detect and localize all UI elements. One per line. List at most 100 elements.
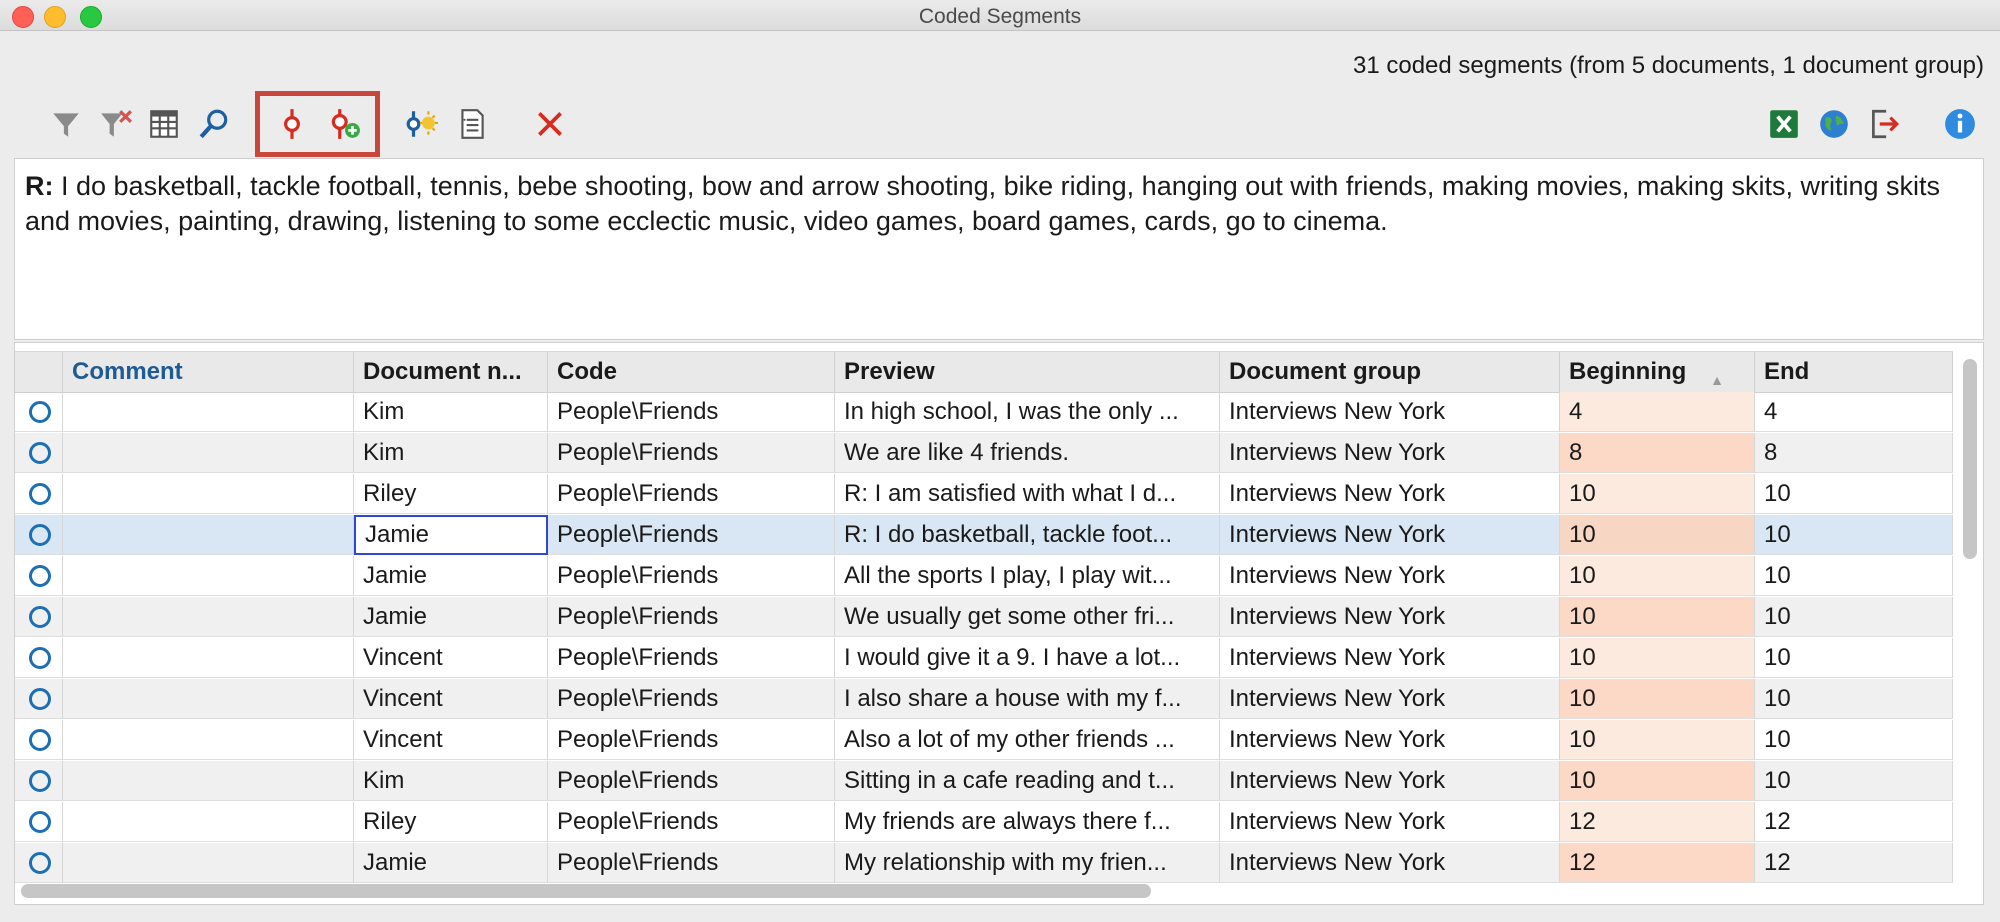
preview-cell[interactable]: R: I do basketball, tackle foot...: [835, 515, 1220, 555]
status[interactable]: [15, 433, 63, 473]
document-name-cell[interactable]: Jamie: [354, 556, 548, 596]
document-group-cell[interactable]: Interviews New York: [1220, 679, 1560, 719]
end-cell[interactable]: 4: [1755, 392, 1953, 432]
beginning-cell[interactable]: 12: [1560, 802, 1755, 842]
code-cell[interactable]: People\Friends: [548, 720, 835, 760]
segment-status-icon[interactable]: [29, 811, 51, 833]
end-cell[interactable]: 10: [1755, 515, 1953, 555]
code-cell[interactable]: People\Friends: [548, 556, 835, 596]
segment-status-icon[interactable]: [29, 729, 51, 751]
beginning-cell[interactable]: 10: [1560, 474, 1755, 514]
status[interactable]: [15, 679, 63, 719]
table-row[interactable]: Jamie People\Friends All the sports I play…: [15, 556, 1953, 596]
beginning-cell[interactable]: 10: [1560, 720, 1755, 760]
comment-cell[interactable]: [63, 597, 354, 637]
document-group-cell[interactable]: Interviews New York: [1220, 638, 1560, 678]
preview-cell[interactable]: My friends are always there f...: [835, 802, 1220, 842]
end-cell[interactable]: 10: [1755, 638, 1953, 678]
status[interactable]: [15, 597, 63, 637]
comment-cell[interactable]: [63, 515, 354, 555]
code-cell[interactable]: People\Friends: [548, 638, 835, 678]
comment-cell[interactable]: [63, 761, 354, 801]
segment-status-icon[interactable]: [29, 401, 51, 423]
table-row[interactable]: Kim People\Friends We are like 4 friends. I…: [15, 433, 1953, 473]
preview-cell[interactable]: In high school, I was the only ...: [835, 392, 1220, 432]
columns-icon[interactable]: [144, 104, 184, 144]
comment-cell[interactable]: [63, 392, 354, 432]
beginning-cell[interactable]: 10: [1560, 515, 1755, 555]
document-name-cell[interactable]: Riley: [354, 802, 548, 842]
end-cell[interactable]: 12: [1755, 802, 1953, 842]
comment-cell[interactable]: [63, 679, 354, 719]
segment-status-icon[interactable]: [29, 688, 51, 710]
segment-status-icon[interactable]: [29, 852, 51, 874]
document-name-cell[interactable]: Vincent: [354, 638, 548, 678]
document-name-cell[interactable]: Kim: [354, 433, 548, 473]
code-cell[interactable]: People\Friends: [548, 761, 835, 801]
add-segment-icon[interactable]: [324, 104, 364, 144]
excel-export-icon[interactable]: [1764, 104, 1804, 144]
table-row[interactable]: Jamie People\Friends R: I do basketball, t…: [15, 515, 1953, 555]
end-cell[interactable]: 10: [1755, 679, 1953, 719]
table-row[interactable]: Riley People\Friends My friends are always…: [15, 802, 1953, 842]
document-name-cell[interactable]: Vincent: [354, 679, 548, 719]
code-cell[interactable]: People\Friends: [548, 679, 835, 719]
header-document-name[interactable]: Document n...: [354, 352, 548, 392]
document-name-cell[interactable]: Kim: [354, 392, 548, 432]
document-group-cell[interactable]: Interviews New York: [1220, 720, 1560, 760]
search-icon[interactable]: [194, 104, 234, 144]
segment-status-icon[interactable]: [29, 647, 51, 669]
status[interactable]: [15, 843, 63, 883]
comment-cell[interactable]: [63, 638, 354, 678]
code-cell[interactable]: People\Friends: [548, 433, 835, 473]
beginning-cell[interactable]: 12: [1560, 843, 1755, 883]
beginning-cell[interactable]: 4: [1560, 392, 1755, 432]
code-cell[interactable]: People\Friends: [548, 515, 835, 555]
comment-cell[interactable]: [63, 556, 354, 596]
document-name-cell[interactable]: Vincent: [354, 720, 548, 760]
info-icon[interactable]: [1940, 104, 1980, 144]
end-cell[interactable]: 10: [1755, 474, 1953, 514]
table-row[interactable]: Vincent People\Friends I also share a hous…: [15, 679, 1953, 719]
preview-cell[interactable]: We usually get some other fri...: [835, 597, 1220, 637]
preview-cell[interactable]: Also a lot of my other friends ...: [835, 720, 1220, 760]
comment-cell[interactable]: [63, 720, 354, 760]
clear-filter-icon[interactable]: [96, 104, 136, 144]
header-document-group[interactable]: Document group: [1220, 352, 1560, 392]
table-row[interactable]: Jamie People\Friends We usually get some o…: [15, 597, 1953, 637]
table-row[interactable]: Vincent People\Friends Also a lot of my ot…: [15, 720, 1953, 760]
comment-cell[interactable]: [63, 802, 354, 842]
beginning-cell[interactable]: 10: [1560, 597, 1755, 637]
table-row[interactable]: Kim People\Friends Sitting in a cafe readi…: [15, 761, 1953, 801]
end-cell[interactable]: 10: [1755, 597, 1953, 637]
status[interactable]: [15, 392, 63, 432]
smart-coding-icon[interactable]: [402, 104, 442, 144]
horizontal-scrollbar[interactable]: [21, 884, 1151, 898]
document-group-cell[interactable]: Interviews New York: [1220, 802, 1560, 842]
export-icon[interactable]: [1864, 104, 1904, 144]
document-group-cell[interactable]: Interviews New York: [1220, 843, 1560, 883]
segment-status-icon[interactable]: [29, 565, 51, 587]
status[interactable]: [15, 638, 63, 678]
document-group-cell[interactable]: Interviews New York: [1220, 597, 1560, 637]
status[interactable]: [15, 802, 63, 842]
code-cell[interactable]: People\Friends: [548, 802, 835, 842]
preview-cell[interactable]: We are like 4 friends.: [835, 433, 1220, 473]
table-row[interactable]: Kim People\Friends In high school, I was t…: [15, 392, 1953, 432]
status[interactable]: [15, 474, 63, 514]
table-row[interactable]: Jamie People\Friends My relationship with …: [15, 843, 1953, 883]
header-code[interactable]: Code: [548, 352, 835, 392]
end-cell[interactable]: 10: [1755, 720, 1953, 760]
preview-cell[interactable]: All the sports I play, I play wit...: [835, 556, 1220, 596]
preview-cell[interactable]: R: I am satisfied with what I d...: [835, 474, 1220, 514]
filter-icon[interactable]: [46, 104, 86, 144]
document-group-cell[interactable]: Interviews New York: [1220, 392, 1560, 432]
segment-status-icon[interactable]: [29, 606, 51, 628]
header-end[interactable]: End: [1755, 352, 1953, 392]
code-cell[interactable]: People\Friends: [548, 392, 835, 432]
end-cell[interactable]: 10: [1755, 556, 1953, 596]
comment-cell[interactable]: [63, 474, 354, 514]
segment-status-icon[interactable]: [29, 524, 51, 546]
code-cell[interactable]: People\Friends: [548, 843, 835, 883]
segment-status-icon[interactable]: [29, 483, 51, 505]
